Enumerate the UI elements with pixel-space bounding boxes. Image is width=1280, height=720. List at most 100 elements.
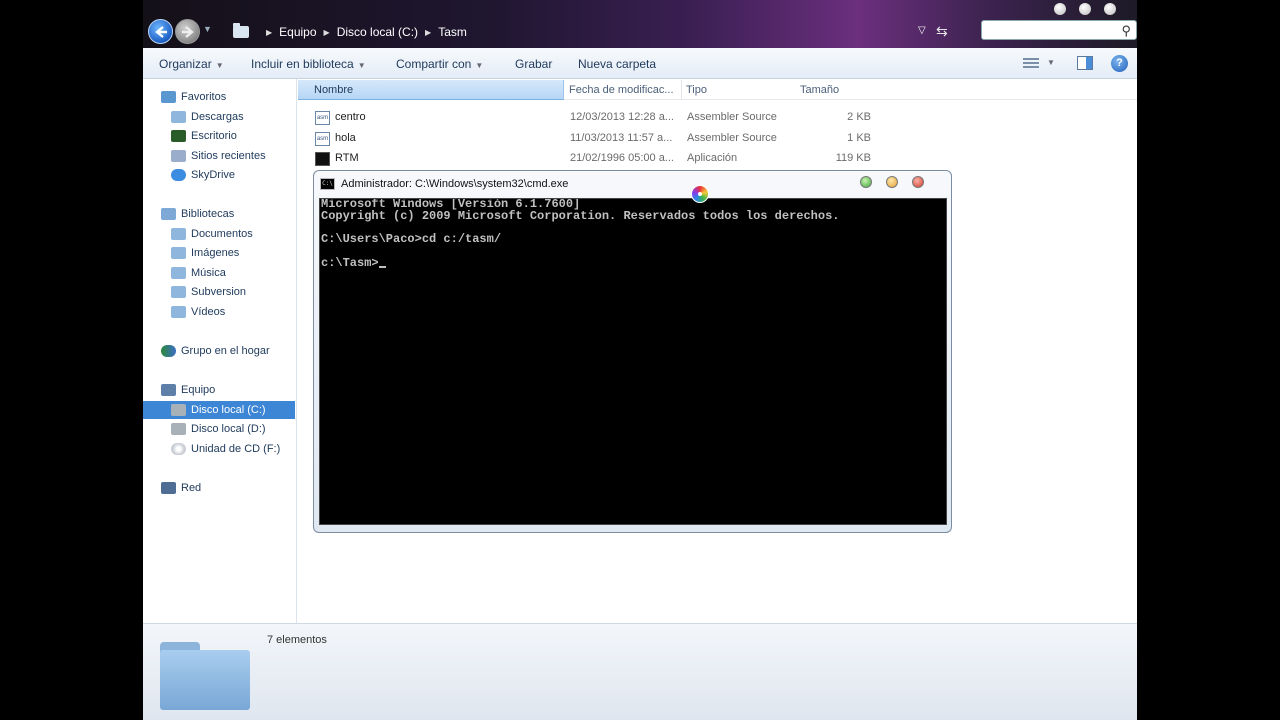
preview-pane-icon[interactable] xyxy=(1077,56,1093,70)
nav-skydrive-label: SkyDrive xyxy=(191,169,236,181)
nav-network[interactable]: Red xyxy=(161,479,201,497)
nav-cd-drive-label: Unidad de CD (F:) xyxy=(191,443,281,455)
address-dropdown[interactable]: ▽ xyxy=(918,25,926,36)
recent-pages-dropdown[interactable]: ▼ xyxy=(203,24,212,34)
details-pane: 7 elementos xyxy=(143,623,1137,720)
busy-cursor-icon xyxy=(691,185,709,203)
file-name: centro xyxy=(335,111,366,123)
cmd-minimize-button[interactable] xyxy=(860,176,872,188)
column-header-name[interactable]: Nombre xyxy=(298,80,564,100)
breadcrumb-computer[interactable]: Equipo xyxy=(279,25,316,39)
cloud-icon xyxy=(171,169,186,181)
nav-homegroup[interactable]: Grupo en el hogar xyxy=(161,342,270,360)
library-icon xyxy=(161,208,176,220)
breadcrumb-tasm[interactable]: Tasm xyxy=(438,25,467,39)
file-row[interactable]: RTM 21/02/1996 05:00 a... Aplicación 119… xyxy=(298,149,898,169)
nav-downloads-label: Descargas xyxy=(191,111,244,123)
file-row[interactable]: asm hola 11/03/2013 11:57 a... Assembler… xyxy=(298,129,898,149)
folder-icon xyxy=(160,642,250,710)
address-bar-area: ▼ ▶ Equipo ▶ Disco local (C:) ▶ Tasm ▽ ⇆… xyxy=(143,0,1137,48)
command-bar: Organizar ▼ Incluir en biblioteca ▼ Compar… xyxy=(143,48,1137,79)
chevron-right-icon[interactable]: ▶ xyxy=(425,28,431,37)
nav-documents[interactable]: Documentos xyxy=(171,225,253,243)
nav-downloads[interactable]: Descargas xyxy=(171,108,244,126)
network-icon xyxy=(161,482,176,494)
homegroup-icon xyxy=(161,345,176,357)
videos-icon xyxy=(171,306,186,318)
nav-drive-c[interactable]: Disco local (C:) xyxy=(143,401,295,419)
file-type: Aplicación xyxy=(687,152,738,164)
nav-music[interactable]: Música xyxy=(171,264,226,282)
nav-computer[interactable]: Equipo xyxy=(161,381,215,399)
nav-desktop-label: Escritorio xyxy=(191,130,237,142)
nav-favorites[interactable]: Favoritos xyxy=(161,88,226,106)
desktop-icon xyxy=(171,130,186,142)
nav-libraries-label: Bibliotecas xyxy=(181,208,235,220)
nav-desktop[interactable]: Escritorio xyxy=(171,127,237,145)
column-header-date[interactable]: Fecha de modificac... xyxy=(565,80,682,100)
search-box: ⚲ xyxy=(981,20,1137,40)
breadcrumb-drive-c[interactable]: Disco local (C:) xyxy=(337,25,418,39)
nav-subversion-label: Subversion xyxy=(191,286,247,298)
exe-file-icon xyxy=(315,152,330,166)
view-options-icon[interactable] xyxy=(1023,56,1039,70)
file-size: 119 KB xyxy=(835,152,871,164)
file-name: hola xyxy=(335,132,356,144)
chevron-down-icon: ▼ xyxy=(215,61,224,70)
computer-icon xyxy=(161,384,176,396)
close-button[interactable] xyxy=(1104,3,1116,15)
text-cursor xyxy=(378,265,386,268)
nav-drive-d-label: Disco local (D:) xyxy=(191,423,266,435)
nav-libraries[interactable]: Bibliotecas xyxy=(161,205,234,223)
file-date: 12/03/2013 12:28 a... xyxy=(570,111,674,123)
console-output: Microsoft Windows [Versión 6.1.7600] Cop… xyxy=(320,199,946,269)
include-library-button[interactable]: Incluir en biblioteca ▼ xyxy=(251,57,366,71)
chevron-down-icon[interactable]: ▼ xyxy=(1047,58,1055,67)
search-input[interactable] xyxy=(986,23,1114,39)
arrow-right-icon xyxy=(182,26,194,38)
column-header-type[interactable]: Tipo xyxy=(682,80,800,100)
file-date: 11/03/2013 11:57 a... xyxy=(570,132,673,144)
cmd-close-button[interactable] xyxy=(912,176,924,188)
nav-images[interactable]: Imágenes xyxy=(171,244,239,262)
new-folder-button[interactable]: Nueva carpeta xyxy=(578,57,656,71)
burn-button[interactable]: Grabar xyxy=(515,57,552,71)
nav-videos[interactable]: Vídeos xyxy=(171,303,225,321)
nav-recent[interactable]: Sitios recientes xyxy=(171,147,266,165)
nav-music-label: Música xyxy=(191,267,226,279)
help-icon[interactable]: ? xyxy=(1111,55,1128,72)
hard-drive-icon xyxy=(171,404,186,416)
nav-skydrive[interactable]: SkyDrive xyxy=(171,166,235,184)
search-icon[interactable]: ⚲ xyxy=(1121,23,1131,39)
file-type: Assembler Source xyxy=(687,111,777,123)
back-button[interactable] xyxy=(148,19,173,44)
cmd-maximize-button[interactable] xyxy=(886,176,898,188)
nav-cd-drive[interactable]: Unidad de CD (F:) xyxy=(171,440,280,458)
asm-file-icon: asm xyxy=(315,132,330,146)
nav-drive-c-label: Disco local (C:) xyxy=(191,404,266,416)
cmd-window[interactable]: C:\ Administrador: C:\Windows\system32\c… xyxy=(313,170,952,533)
share-label: Compartir con xyxy=(396,57,472,71)
column-headers: Nombre Fecha de modificac... Tipo Tamaño xyxy=(298,80,1137,100)
forward-button[interactable] xyxy=(175,19,200,44)
nav-documents-label: Documentos xyxy=(191,228,253,240)
organize-button[interactable]: Organizar ▼ xyxy=(159,57,224,71)
cd-drive-icon xyxy=(171,443,186,455)
file-date: 21/02/1996 05:00 a... xyxy=(570,152,674,164)
console-text: Microsoft Windows [Versión 6.1.7600] Cop… xyxy=(321,198,840,270)
column-header-size[interactable]: Tamaño xyxy=(800,80,880,100)
nav-drive-d[interactable]: Disco local (D:) xyxy=(171,420,266,438)
nav-subversion[interactable]: Subversion xyxy=(171,283,246,301)
chevron-right-icon[interactable]: ▶ xyxy=(266,28,272,37)
chevron-right-icon[interactable]: ▶ xyxy=(324,28,330,37)
file-row[interactable]: asm centro 12/03/2013 12:28 a... Assembl… xyxy=(298,108,898,128)
minimize-button[interactable] xyxy=(1054,3,1066,15)
file-name: RTM xyxy=(335,152,359,164)
refresh-icon[interactable]: ⇆ xyxy=(936,23,948,40)
console-area[interactable]: Microsoft Windows [Versión 6.1.7600] Cop… xyxy=(319,198,947,525)
folder-icon xyxy=(171,111,186,123)
share-button[interactable]: Compartir con ▼ xyxy=(396,57,483,71)
maximize-button[interactable] xyxy=(1079,3,1091,15)
nav-images-label: Imágenes xyxy=(191,247,240,259)
file-size: 1 KB xyxy=(847,132,871,144)
